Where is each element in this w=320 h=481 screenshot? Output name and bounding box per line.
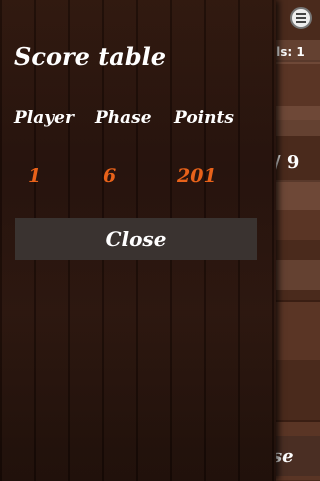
cell-phase: 6 — [103, 165, 117, 187]
hamburger-menu-icon[interactable] — [290, 7, 312, 29]
score-table-title: Score table — [14, 42, 167, 71]
cell-points: 201 — [177, 165, 217, 187]
board-band — [270, 106, 320, 136]
cell-player: 1 — [28, 165, 42, 187]
close-button[interactable]: Close — [15, 218, 257, 260]
menu-line — [296, 17, 306, 19]
board-band — [270, 180, 320, 210]
header-player: Player — [14, 108, 74, 128]
header-phase: Phase — [95, 108, 152, 128]
menu-line — [296, 13, 306, 15]
score-table-panel: Score table Player Phase Points 1 6 201 … — [0, 0, 276, 481]
board-band — [270, 260, 320, 290]
phase-counter: / 9 — [274, 152, 300, 173]
header-points: Points — [174, 108, 234, 128]
menu-line — [296, 21, 306, 23]
skills-counter: lls: 1 — [272, 45, 305, 59]
game-board-edge — [270, 0, 320, 481]
